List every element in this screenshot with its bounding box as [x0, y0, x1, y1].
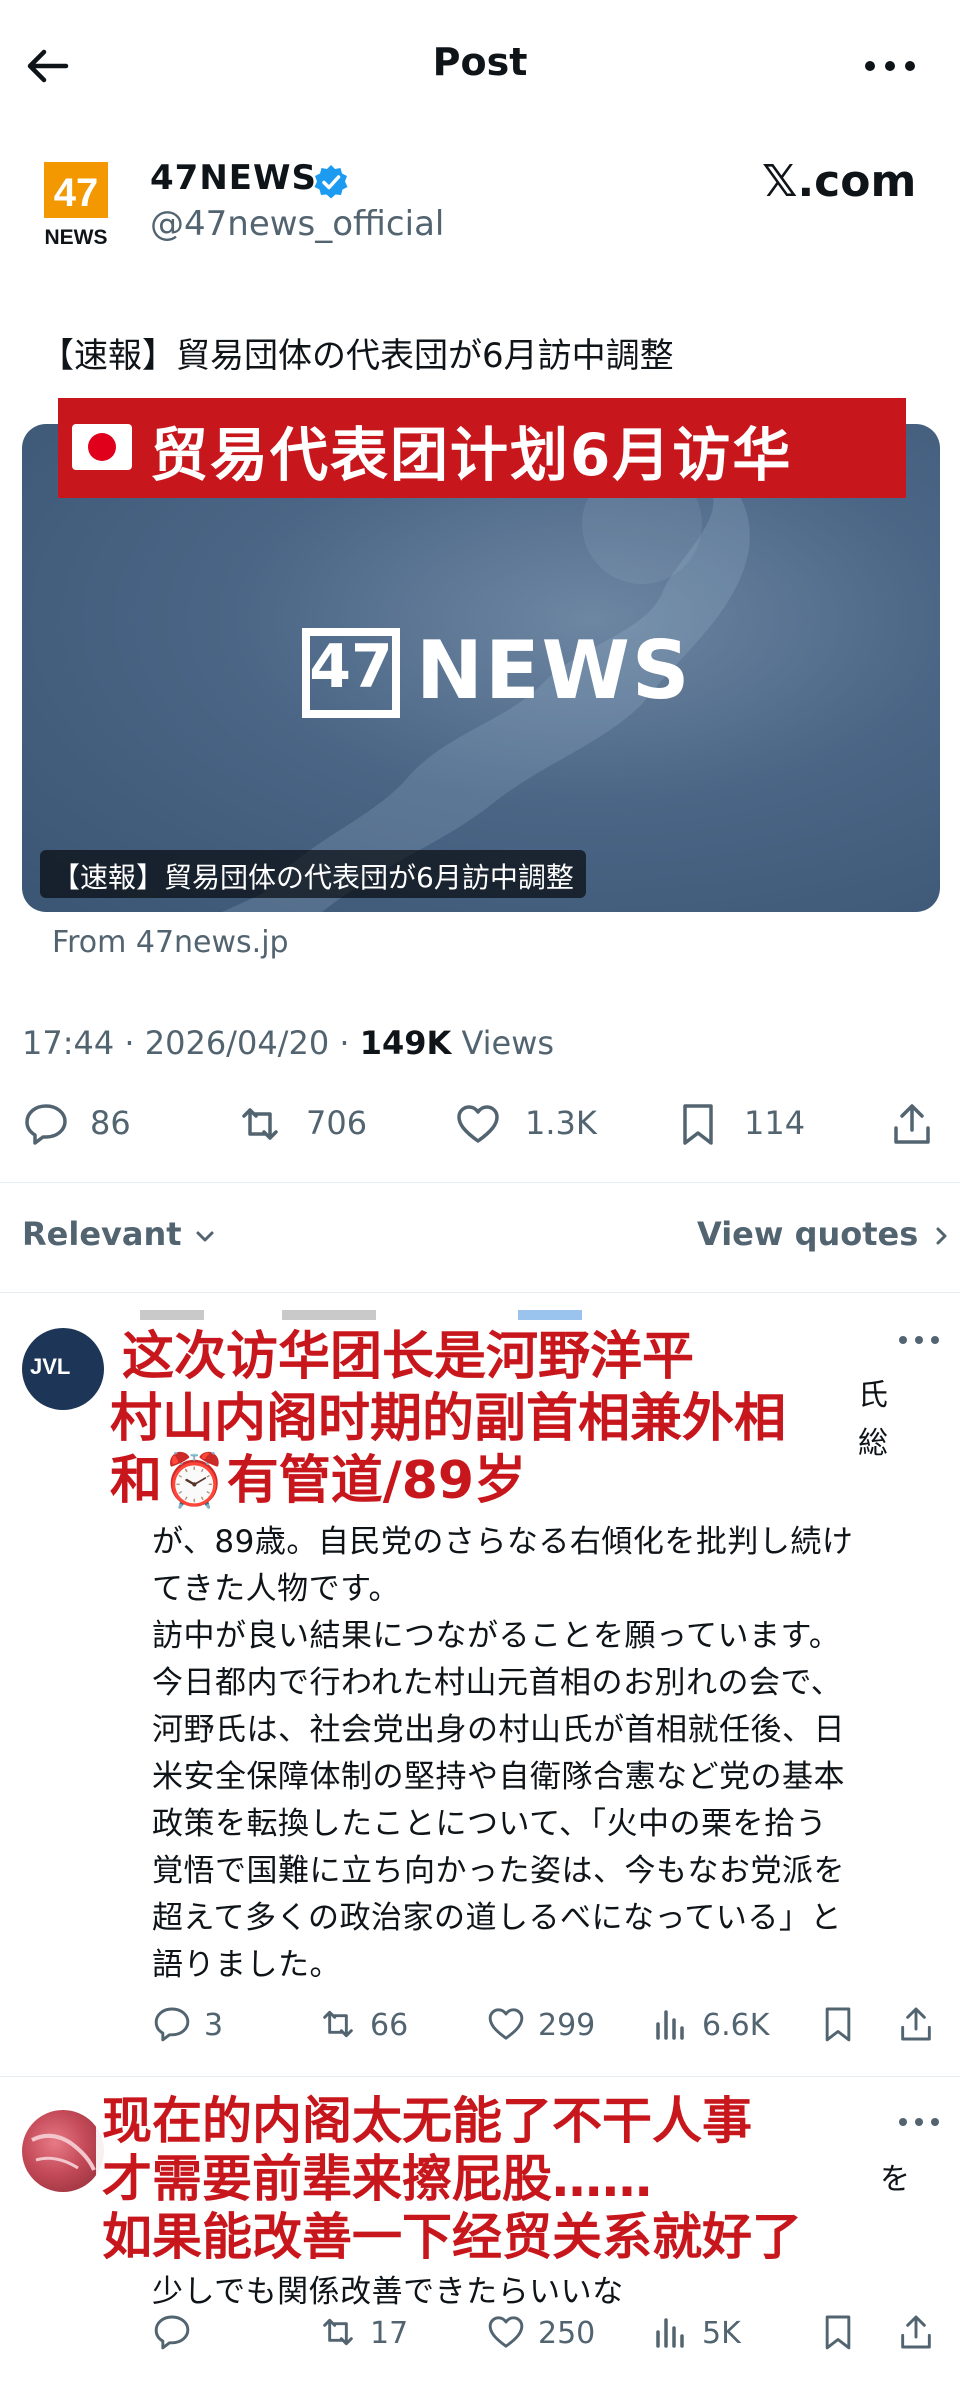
- avatar-logo-word: NEWS: [45, 226, 108, 249]
- sort-dropdown[interactable]: Relevant: [22, 1215, 217, 1253]
- x-logo-watermark: 𝕏.com: [762, 156, 917, 207]
- overlay-caption-line: 村山内阁时期的副首相兼外相: [104, 1388, 793, 1450]
- chevron-right-icon: [929, 1224, 953, 1248]
- avatar-logo-number: 47: [54, 171, 99, 215]
- divider: [0, 2076, 960, 2077]
- reply-text-line: が、89歳。自民党のさらなる右傾化を批判し続け: [152, 1524, 854, 1560]
- like-icon[interactable]: [486, 2004, 526, 2044]
- author-handle[interactable]: @47news_official: [150, 204, 444, 244]
- bookmark-icon[interactable]: [818, 2312, 858, 2352]
- views-label: Views: [451, 1024, 555, 1062]
- views-icon[interactable]: [652, 2312, 692, 2352]
- reply-avatar-meat[interactable]: [22, 2110, 104, 2192]
- reply-count: 3: [204, 2008, 224, 2043]
- redaction-bar: [282, 1310, 376, 1320]
- views-count: 5K: [702, 2316, 741, 2351]
- views-count: 149K: [359, 1024, 452, 1062]
- source-link[interactable]: From 47news.jp: [52, 925, 289, 960]
- more-horizontal-icon[interactable]: [896, 2112, 942, 2132]
- reply-text-line: 超えて多くの政治家の道しるべになっている」と: [152, 1900, 842, 1936]
- reply-icon[interactable]: [22, 1100, 70, 1148]
- like-count: 299: [538, 2008, 596, 2043]
- top-bar: Post: [0, 0, 960, 130]
- repost-count: 706: [306, 1104, 368, 1142]
- redaction-bar: [140, 1310, 204, 1320]
- share-icon[interactable]: [888, 1100, 936, 1148]
- divider: [0, 1292, 960, 1293]
- post-text: 【速報】貿易団体の代表団が6月訪中調整: [40, 336, 674, 376]
- overlay-caption-line: 现在的内阁太无能了不干人事: [96, 2092, 758, 2150]
- media-banner-text: 贸易代表团计划6月访华: [150, 421, 793, 489]
- bookmark-count: 114: [744, 1104, 806, 1142]
- views-count: 6.6K: [702, 2008, 770, 2043]
- reply-text-line: 語りました。: [152, 1947, 341, 1983]
- views-icon[interactable]: [652, 2004, 692, 2044]
- reply-text-line: 政策を転換したことについて、「火中の栗を拾う: [152, 1806, 828, 1842]
- reply-avatar-jvl[interactable]: JVL: [22, 1328, 104, 1410]
- media-logo-number: 47: [309, 632, 393, 702]
- overlay-caption-line: 和⏰有管道/89岁: [104, 1450, 533, 1512]
- repost-count: 17: [370, 2316, 409, 2351]
- japan-flag-icon: [72, 424, 132, 470]
- author-avatar[interactable]: 47 NEWS: [40, 160, 112, 250]
- view-quotes-link[interactable]: View quotes: [697, 1215, 953, 1253]
- media-logo-word: NEWS: [416, 624, 692, 717]
- overlay-caption-line: 才需要前辈来擦屁股……: [96, 2150, 658, 2208]
- like-count: 250: [538, 2316, 596, 2351]
- bookmark-icon[interactable]: [674, 1100, 722, 1148]
- reply-count: 86: [90, 1104, 131, 1142]
- verified-badge-icon: [312, 163, 350, 201]
- reply-text-line: 米安全保障体制の堅持や自衛隊合憲など党の基本: [152, 1759, 845, 1795]
- share-icon[interactable]: [896, 2004, 936, 2044]
- overlay-caption-line: 这次访华团长是河野洋平: [116, 1326, 701, 1388]
- repost-icon[interactable]: [318, 2312, 358, 2352]
- post-meta: 17:44 · 2026/04/20 · 149K Views: [22, 1024, 554, 1062]
- reply-text-fragment: 氏: [858, 1378, 888, 1413]
- reply-text-line: 今日都内で行われた村山元首相のお別れの会で、: [152, 1665, 843, 1701]
- bookmark-icon[interactable]: [818, 2004, 858, 2044]
- reply-text-line: 覚悟で国難に立ち向かった姿は、今もなお党派を: [152, 1853, 845, 1889]
- view-quotes-label: View quotes: [697, 1215, 919, 1253]
- avatar-text: JVL: [30, 1354, 71, 1379]
- repost-icon[interactable]: [236, 1100, 284, 1148]
- reply-text-line: 訪中が良い結果につながることを願っています。: [152, 1618, 841, 1654]
- reply-text-fragment: 総: [858, 1426, 888, 1461]
- reply-text-line: 河野氏は、社会党出身の村山氏が首相就任後、日: [152, 1712, 845, 1748]
- reply-icon[interactable]: [152, 2312, 192, 2352]
- post-timestamp: 17:44 · 2026/04/20 ·: [22, 1024, 360, 1062]
- more-horizontal-icon[interactable]: [896, 1330, 942, 1350]
- share-icon[interactable]: [896, 2312, 936, 2352]
- divider: [0, 1182, 960, 1183]
- reply-text-line: 少しでも関係改善できたらいいな: [152, 2274, 624, 2310]
- overlay-caption-line: 如果能改善一下经贸关系就好了: [96, 2208, 808, 2266]
- more-horizontal-icon[interactable]: [860, 46, 920, 86]
- chevron-down-icon: [193, 1224, 217, 1248]
- like-icon[interactable]: [486, 2312, 526, 2352]
- reply-text-fragment: を: [880, 2162, 910, 2197]
- author-name[interactable]: 47NEWS: [150, 158, 317, 198]
- like-icon[interactable]: [454, 1100, 502, 1148]
- reply-text-line: てきた人物です。: [152, 1571, 400, 1607]
- repost-count: 66: [370, 2008, 409, 2043]
- redaction-bar: [518, 1310, 582, 1320]
- sort-label: Relevant: [22, 1215, 182, 1253]
- like-count: 1.3K: [525, 1104, 597, 1142]
- repost-icon[interactable]: [318, 2004, 358, 2044]
- media-caption: 【速報】貿易団体の代表団が6月訪中調整: [40, 850, 586, 898]
- reply-icon[interactable]: [152, 2004, 192, 2044]
- page-title: Post: [432, 40, 528, 84]
